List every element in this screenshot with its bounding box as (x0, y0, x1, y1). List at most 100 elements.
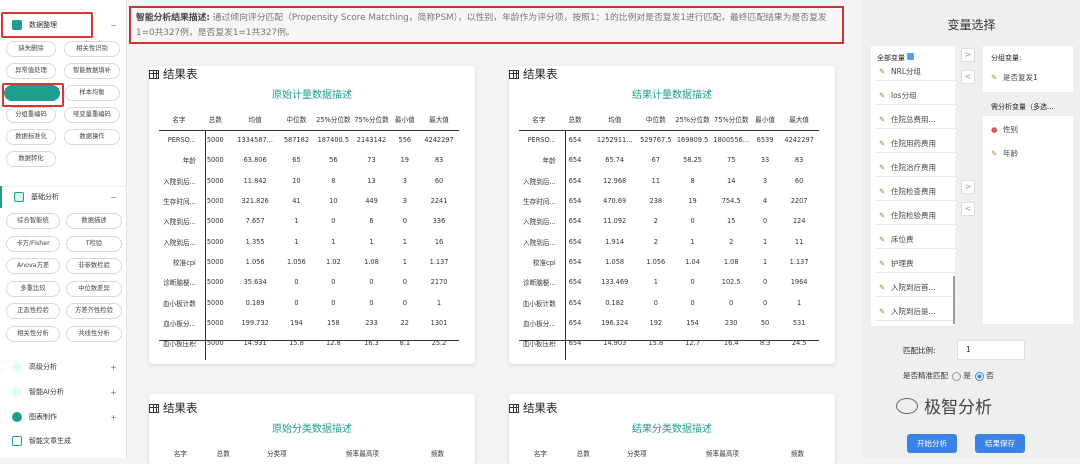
group-variable-item[interactable]: ✎ 是否复发1 (988, 68, 1068, 87)
sidebar-chip[interactable]: 多重比较 (6, 280, 60, 297)
row-name: 入院到后... (163, 177, 196, 186)
variable-item[interactable]: ✎ 住院检验费用 (876, 206, 955, 225)
table-cell: 35.634 (243, 278, 267, 287)
analysis-variable-item[interactable]: ● 性别 (988, 120, 1068, 139)
expand-icon[interactable]: + (110, 413, 117, 422)
variable-item[interactable]: ✎ 住院检查费用 (876, 182, 955, 201)
table-icon (12, 20, 22, 30)
sidebar-chip[interactable]: 哑变量重编码 (64, 107, 120, 123)
table-cell: 11 (794, 237, 804, 246)
column-header: 频数 (430, 450, 445, 458)
table-cell: 41 (292, 197, 301, 206)
ratio-input[interactable]: 1 (957, 340, 1025, 360)
variable-item[interactable]: ✎ 住院用药费用 (876, 134, 955, 153)
table-row: PERSO... 654 1252911... 529767.5 169809.5 180… (519, 130, 819, 150)
variable-item[interactable]: ✎ 床位费 (876, 230, 955, 249)
column-header: 75%分位数 (352, 108, 391, 131)
sidebar-chip[interactable]: 数据描述 (66, 213, 122, 229)
sidebar-section-label: 基础分析 (31, 193, 59, 201)
sidebar-section-basic[interactable]: 基础分析 − (0, 186, 127, 208)
collapse-icon[interactable]: − (110, 21, 117, 30)
table-subtitle: 原始分类数据描述 (272, 424, 352, 435)
column-header: 分类项 (266, 450, 287, 458)
sidebar-section-report[interactable]: 智能文章生成 (0, 430, 127, 452)
variable-item[interactable]: ✎ 护理费 (876, 254, 955, 273)
table-cell: 7.657 (245, 217, 265, 226)
expand-icon[interactable]: + (110, 388, 117, 397)
variable-item[interactable]: ✎ 住院总费用... (876, 110, 955, 129)
column-header: 中位数 (638, 108, 674, 131)
move-right-button[interactable]: > (961, 48, 975, 62)
sidebar-chip[interactable]: 智能数据填补 (64, 63, 120, 79)
sidebar-chip[interactable]: 数据操作 (64, 129, 120, 145)
pencil-icon: ✎ (879, 187, 886, 196)
table-cell: 0 (690, 298, 695, 307)
variable-item[interactable]: ✎ los分组 (876, 86, 955, 105)
table-cell: 1.058 (605, 257, 625, 266)
table-cell: 0 (369, 298, 374, 307)
table-cell: 1 (331, 237, 336, 246)
row-name: 年龄 (542, 157, 556, 166)
sidebar-section-advanced[interactable]: 高级分析 + (0, 356, 127, 378)
table-cell: 1.137 (429, 257, 449, 266)
sidebar-chip[interactable]: 样本均衡 (64, 85, 120, 101)
panel-title: 变量选择 (947, 18, 996, 32)
sidebar-section-label: 图表制作 (29, 413, 57, 421)
move-left-button-2[interactable]: < (961, 202, 975, 216)
table-cell: 16.4 (723, 339, 739, 348)
table-cell: 22 (400, 318, 409, 327)
sidebar-chip[interactable]: 方差齐性检验 (66, 303, 122, 319)
sidebar-chip[interactable]: 分组重编码 (6, 107, 56, 123)
collapse-icon[interactable]: − (110, 193, 117, 202)
sidebar-chip[interactable]: 相关性识别 (64, 41, 120, 57)
sidebar-chip[interactable]: 非参数检验 (66, 258, 122, 274)
sidebar-chip[interactable]: 数据标准化 (6, 129, 56, 145)
sidebar-section-chart[interactable]: 图表制作 + (0, 406, 127, 428)
exact-match-row: 是否精准匹配 是 否 (903, 370, 994, 381)
table-cell: 529767.5 (640, 136, 672, 145)
radio-yes-label: 是 (963, 371, 971, 380)
result-table-title: 结果表 (509, 66, 558, 82)
variable-item[interactable]: ✎ 住院治疗费用 (876, 158, 955, 177)
sidebar-section-data[interactable]: 数据整理 − (0, 14, 127, 36)
sidebar-chip[interactable]: 异常值处理 (6, 63, 56, 79)
table-cell: 449 (365, 197, 378, 206)
sidebar-chip[interactable]: 正态性检验 (6, 303, 60, 319)
expand-icon[interactable]: + (110, 363, 117, 372)
table-cell: 14 (727, 176, 736, 185)
save-result-button[interactable]: 结果保存 (975, 434, 1025, 453)
variable-item[interactable]: ✎ 入院到后是... (876, 302, 955, 321)
radio-no[interactable] (975, 371, 985, 381)
row-name: 诊断脑梗... (163, 279, 196, 288)
column-header: 名字 (159, 108, 199, 131)
sidebar-chip[interactable]: 中位数差异 (66, 280, 122, 297)
table-cell: 2 (653, 237, 658, 246)
sidebar-chip[interactable]: 相关性分析 (6, 325, 60, 342)
column-header: 25%分位数 (673, 108, 712, 131)
sidebar-chip[interactable]: 卡方/Fisher (6, 235, 60, 252)
row-name: 诊断脑梗... (523, 279, 556, 288)
analysis-variable-item[interactable]: ✎ 年龄 (988, 144, 1068, 163)
table-cell: 587182 (283, 136, 310, 145)
table-cell: 5000 (206, 197, 224, 206)
sidebar-section-ai[interactable]: 智能AI分析 + (0, 381, 127, 403)
table-row: 校准cpi 5000 1.056 1.056 1.02 1.08 1 1.137 (159, 252, 459, 272)
sidebar-chip[interactable]: 数据转化 (6, 151, 56, 167)
sidebar-chip[interactable]: T检验 (66, 235, 122, 252)
table-cell: 2170 (430, 278, 448, 287)
move-left-button[interactable]: < (961, 70, 975, 84)
sidebar-chip[interactable]: Anova方差 (6, 258, 60, 274)
table-row: 入院到后... 5000 11.842 10 8 13 3 60 (159, 171, 459, 191)
sidebar-chip[interactable]: 缺失删除 (6, 41, 56, 57)
variable-item[interactable]: ✎ 入院到后首... (876, 278, 955, 297)
variable-item[interactable]: ✎ NRL分组 (876, 62, 955, 81)
result-table-title: 结果表 (149, 400, 198, 416)
radio-yes[interactable] (952, 371, 962, 381)
column-header: 名字 (533, 450, 548, 458)
table-subtitle: 结果计量数据描述 (632, 90, 712, 101)
sidebar-chip[interactable]: 共线性分析 (66, 325, 122, 342)
sidebar-chip[interactable]: 综合智能统 (6, 213, 60, 229)
column-header: 均值 (231, 108, 279, 131)
start-analysis-button[interactable]: 开始分析 (907, 434, 957, 453)
move-right-button-2[interactable]: > (961, 180, 975, 194)
